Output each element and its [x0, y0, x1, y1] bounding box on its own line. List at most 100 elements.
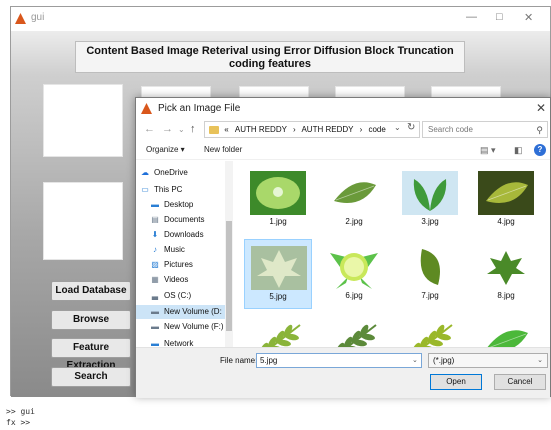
- file-item[interactable]: 11.jpg: [396, 313, 464, 347]
- file-name-label: 2.jpg: [345, 217, 363, 226]
- recent-chevron-icon[interactable]: ⌄: [178, 125, 185, 134]
- browse-button[interactable]: Browse: [51, 310, 131, 330]
- file-item[interactable]: 7.jpg: [396, 239, 464, 309]
- file-item[interactable]: 3.jpg: [396, 165, 464, 235]
- file-item[interactable]: 4.jpg: [472, 165, 540, 235]
- feature-extraction-button[interactable]: Feature Extraction: [51, 338, 131, 371]
- filename-label: File name:: [220, 356, 258, 365]
- nav-item-desktop[interactable]: ▬ Desktop: [150, 198, 193, 212]
- breadcrumb-item[interactable]: AUTH REDDY: [301, 125, 353, 134]
- new-folder-button[interactable]: New folder: [204, 145, 242, 154]
- search-placeholder: Search code: [428, 125, 473, 134]
- dialog-bottom-panel: File name: 5.jpg ⌄ (*.jpg) ⌄ Open Cancel: [136, 347, 550, 398]
- minimize-button[interactable]: —: [466, 11, 477, 23]
- file-item[interactable]: 12.jpg: [472, 313, 540, 347]
- file-item[interactable]: 5.jpg: [244, 239, 312, 309]
- breadcrumb-item[interactable]: AUTH REDDY: [235, 125, 287, 134]
- nav-item-os-c[interactable]: ▃ OS (C:): [150, 289, 191, 303]
- scrollbar-thumb[interactable]: [226, 221, 232, 331]
- image-thumbnail: [478, 245, 534, 289]
- breadcrumb-overflow[interactable]: «: [224, 125, 228, 134]
- back-icon[interactable]: ←: [144, 123, 155, 135]
- file-item[interactable]: 1.jpg: [244, 165, 312, 235]
- file-item[interactable]: 2.jpg: [320, 165, 388, 235]
- navigation-scrollbar[interactable]: [225, 161, 233, 347]
- image-thumbnail: [402, 245, 458, 289]
- nav-item-new-volume-f[interactable]: ▬ New Volume (F:): [150, 320, 224, 334]
- file-name-label: 3.jpg: [421, 217, 439, 226]
- nav-item-label: Network: [164, 339, 194, 347]
- load-database-button[interactable]: Load Database: [51, 281, 131, 301]
- help-icon[interactable]: ?: [534, 144, 546, 156]
- view-options-icon[interactable]: ▤ ▾: [480, 145, 496, 156]
- file-item[interactable]: 8.jpg: [472, 239, 540, 309]
- nav-item-label: Downloads: [164, 230, 204, 239]
- nav-item-label: New Volume (F:): [164, 322, 224, 331]
- nav-item-new-volume-d[interactable]: ▬ New Volume (D:: [136, 305, 226, 319]
- navigation-row: ← → ⌄ ↑ « AUTH REDDY › AUTH REDDY › code…: [136, 120, 550, 140]
- chevron-down-icon[interactable]: ⌄: [412, 356, 418, 364]
- file-type-value: (*.jpg): [433, 356, 455, 365]
- preview-pane-icon[interactable]: ◧: [514, 145, 523, 156]
- pc-icon: ▭: [141, 185, 149, 194]
- file-type-select[interactable]: (*.jpg) ⌄: [428, 353, 548, 368]
- image-thumbnail: [250, 319, 306, 347]
- nav-item-onedrive[interactable]: ☁ OneDrive: [140, 166, 188, 180]
- desktop-icon: ▬: [151, 200, 159, 209]
- app-title: Content Based Image Reterival using Erro…: [75, 41, 465, 73]
- nav-item-label: Videos: [164, 275, 189, 284]
- close-button[interactable]: ✕: [524, 11, 533, 24]
- nav-item-label: OS (C:): [164, 291, 192, 300]
- file-item[interactable]: 6.jpg: [320, 239, 388, 309]
- network-icon: ▬: [151, 339, 159, 347]
- nav-item-this-pc[interactable]: ▭ This PC: [140, 183, 182, 197]
- open-button[interactable]: Open: [430, 374, 482, 390]
- drive-icon: ▃: [151, 291, 159, 300]
- nav-item-label: Desktop: [164, 200, 194, 209]
- up-icon[interactable]: ↑: [190, 123, 196, 135]
- cancel-button[interactable]: Cancel: [494, 374, 546, 390]
- file-name-label: 7.jpg: [421, 291, 439, 300]
- file-name-label: 8.jpg: [497, 291, 515, 300]
- documents-icon: ▤: [151, 215, 159, 224]
- address-bar[interactable]: « AUTH REDDY › AUTH REDDY › code: [204, 121, 420, 138]
- console-prompt[interactable]: fx >>: [6, 417, 35, 428]
- image-thumbnail: [402, 319, 458, 347]
- file-name-label: 6.jpg: [345, 291, 363, 300]
- nav-item-label: Music: [164, 245, 185, 254]
- videos-icon: ▦: [151, 275, 159, 284]
- breadcrumb-separator: ›: [359, 125, 363, 134]
- search-icon: ⚲: [536, 125, 543, 135]
- matlab-icon: [15, 13, 26, 24]
- organize-menu[interactable]: Organize ▾: [146, 145, 185, 154]
- image-thumbnail: [478, 171, 534, 215]
- query-image-panel: [43, 84, 123, 157]
- nav-item-downloads[interactable]: ⬇ Downloads: [150, 228, 204, 242]
- file-list: 1.jpg 2.jpg 3.jpg 4.jpg 5.jpg 6.jpg 7.jpg 8.jpg…: [236, 161, 550, 347]
- file-item[interactable]: 9.jpg: [244, 313, 312, 347]
- nav-item-network[interactable]: ▬ Network: [150, 337, 193, 347]
- chevron-down-icon: ⌄: [537, 357, 543, 364]
- nav-item-pictures[interactable]: ▨ Pictures: [150, 258, 193, 272]
- file-item[interactable]: 10.jpg: [320, 313, 388, 347]
- maximize-button[interactable]: □: [496, 11, 503, 23]
- dialog-close-button[interactable]: ✕: [536, 101, 546, 115]
- search-button[interactable]: Search: [51, 367, 131, 387]
- cloud-icon: ☁: [141, 168, 149, 177]
- image-thumbnail: [402, 171, 458, 215]
- window-title: gui: [31, 12, 45, 23]
- drive-icon: ▬: [151, 322, 159, 331]
- result-image-panel: [43, 182, 123, 260]
- nav-item-music[interactable]: ♪ Music: [150, 243, 185, 257]
- chevron-down-icon[interactable]: ⌄: [394, 123, 401, 132]
- downloads-icon: ⬇: [151, 230, 159, 239]
- filename-field[interactable]: 5.jpg: [256, 353, 422, 368]
- search-input[interactable]: Search code ⚲: [422, 121, 548, 138]
- breadcrumb-item[interactable]: code: [368, 125, 385, 134]
- forward-icon[interactable]: →: [162, 123, 173, 135]
- nav-item-videos[interactable]: ▦ Videos: [150, 273, 188, 287]
- image-thumbnail: [251, 246, 307, 290]
- dialog-title: Pick an Image File: [158, 103, 241, 114]
- nav-item-documents[interactable]: ▤ Documents: [150, 213, 204, 227]
- refresh-icon[interactable]: ↻: [407, 122, 415, 133]
